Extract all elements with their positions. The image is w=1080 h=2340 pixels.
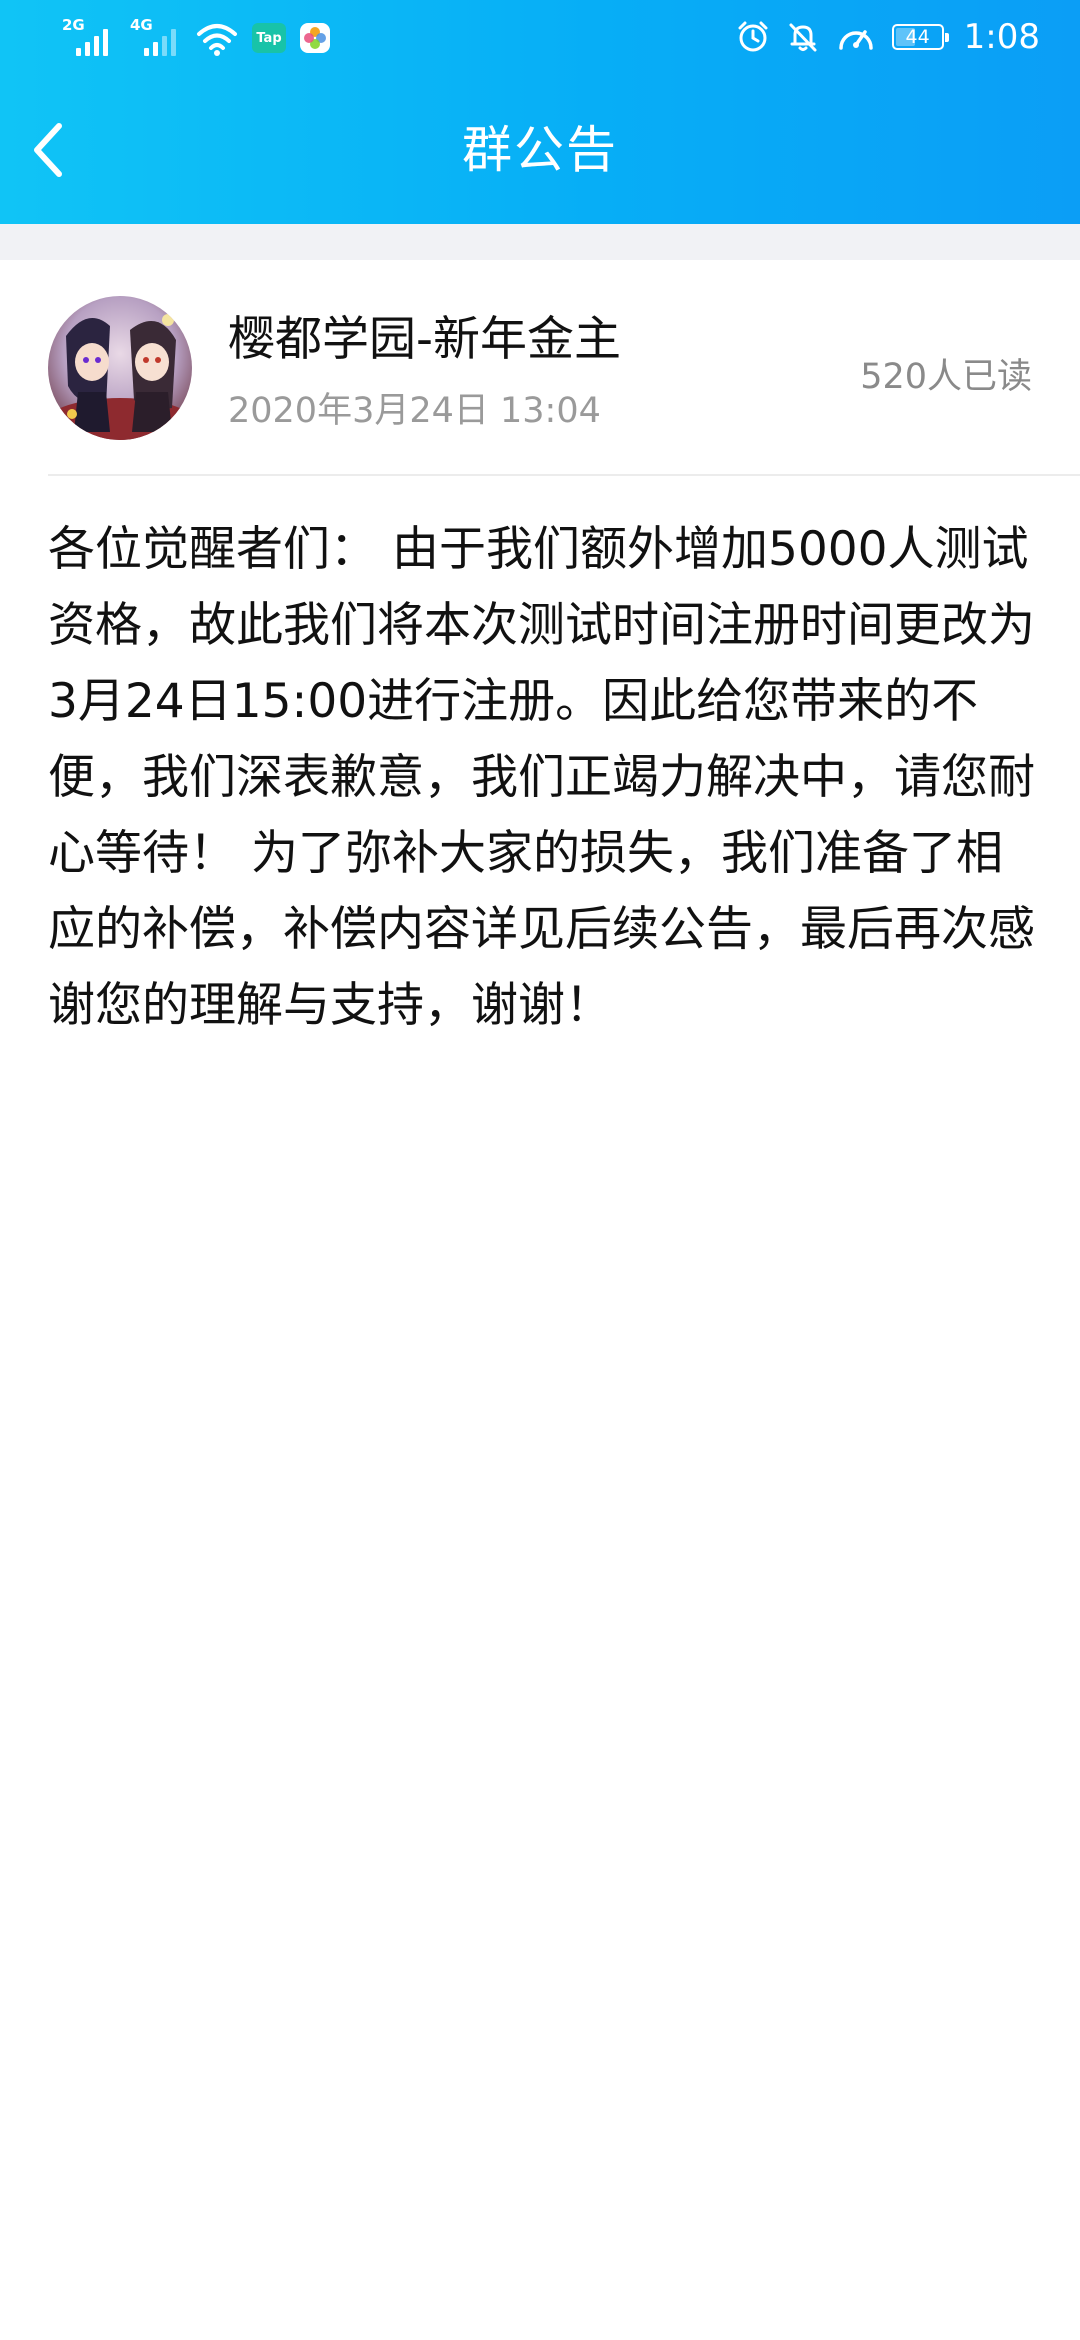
status-bar: 2G 4G Tap 44 1:08 [0, 0, 1080, 76]
tap-app-label: Tap [256, 30, 282, 46]
status-time: 1:08 [963, 17, 1040, 57]
post-timestamp: 2020年3月24日 13:04 [228, 391, 601, 431]
status-left-group: 2G 4G Tap [60, 16, 330, 58]
announcement-content: 各位觉醒者们： 由于我们额外增加5000人测试资格，故此我们将本次测试时间注册时… [48, 522, 1035, 1033]
battery-icon: 44 [891, 24, 949, 50]
battery-level: 44 [905, 26, 930, 48]
section-separator [0, 224, 1080, 260]
wifi-icon [197, 24, 237, 56]
mute-bell-icon [789, 23, 817, 52]
photos-app-icon [300, 23, 330, 53]
alarm-icon [738, 21, 768, 52]
signal-icon: 4G [128, 16, 182, 58]
read-count[interactable]: 520人已读 [860, 352, 1032, 402]
speed-gauge-icon [838, 30, 873, 50]
avatar[interactable] [48, 296, 192, 440]
page-title: 群公告 [462, 121, 618, 179]
signal-icon: 2G [60, 16, 114, 58]
status-right-group: 44 1:08 [736, 14, 1040, 60]
author-name[interactable]: 樱都学园-新年金主 [228, 310, 621, 370]
divider [48, 474, 1080, 476]
tap-app-icon: Tap [252, 23, 286, 53]
